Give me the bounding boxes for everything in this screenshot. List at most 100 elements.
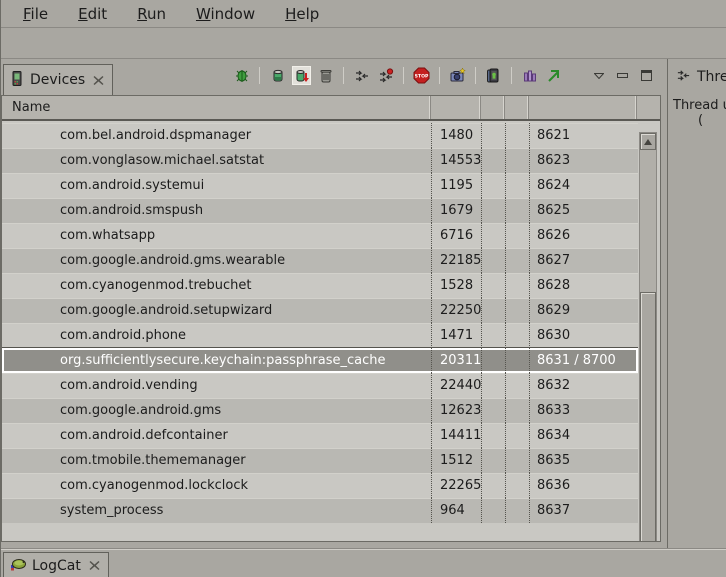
tab-devices[interactable]: Devices (3, 64, 113, 95)
tab-logcat-label: LogCat (32, 558, 81, 574)
cell-name: com.whatsapp (2, 223, 431, 248)
cell-name: org.sufficientlysecure.keychain:passphra… (2, 348, 431, 373)
cell-port: 8631 / 8700 (529, 348, 637, 373)
cell-empty1 (481, 473, 505, 498)
device-table: Name com.bel.android.dspmanager 1480 862… (1, 95, 661, 542)
cell-port: 8625 (529, 198, 637, 223)
cell-empty1 (481, 148, 505, 173)
table-row[interactable]: com.android.vending 22440 8632 (2, 373, 638, 398)
maximize-icon[interactable] (638, 67, 655, 84)
tab-threads[interactable]: Threads (668, 59, 726, 95)
table-row[interactable]: org.sufficientlysecure.keychain:passphra… (2, 348, 638, 373)
view-menu-icon[interactable] (590, 67, 607, 84)
cell-empty1 (481, 423, 505, 448)
cell-pid: 22265 (431, 473, 481, 498)
table-row[interactable]: com.whatsapp 6716 8626 (2, 223, 638, 248)
tab-threads-label: Threads (697, 69, 726, 85)
cell-empty2 (505, 398, 529, 423)
method-profiling-icon[interactable] (377, 67, 394, 84)
cell-pid: 1471 (431, 323, 481, 348)
table-row[interactable]: com.bel.android.dspmanager 1480 8621 (2, 123, 638, 148)
cell-empty2 (505, 273, 529, 298)
stop-label: STOP (415, 73, 429, 79)
cell-port: 8627 (529, 248, 637, 273)
cell-name: com.vonglasow.michael.satstat (2, 148, 431, 173)
cell-port: 8634 (529, 423, 637, 448)
column-header-pid[interactable] (431, 96, 481, 119)
table-row[interactable]: system_process 964 8637 (2, 498, 638, 523)
device-table-header: Name (2, 96, 660, 121)
cell-empty1 (481, 198, 505, 223)
column-header-empty1[interactable] (481, 96, 505, 119)
menu-item-edit[interactable]: Edit (64, 2, 121, 26)
column-header-name[interactable]: Name (2, 96, 431, 119)
debug-bug-icon[interactable] (233, 67, 250, 84)
logcat-icon (10, 557, 26, 575)
table-row[interactable]: com.android.defcontainer 14411 8634 (2, 423, 638, 448)
tab-devices-label: Devices (30, 72, 85, 88)
cell-port: 8621 (529, 123, 637, 148)
cell-pid: 1528 (431, 273, 481, 298)
table-row[interactable]: com.tmobile.thememanager 1512 8635 (2, 448, 638, 473)
devices-view: Devices (1, 59, 663, 548)
menu-item-run[interactable]: Run (123, 2, 180, 26)
table-row[interactable]: com.google.android.gms.wearable 22185 86… (2, 248, 638, 273)
threads-message-line1: Thread up (668, 95, 726, 113)
device-view-icon[interactable] (485, 67, 502, 84)
table-row[interactable]: com.vonglasow.michael.satstat 14553 8623 (2, 148, 638, 173)
cell-empty2 (505, 198, 529, 223)
cell-empty2 (505, 298, 529, 323)
cell-empty1 (481, 448, 505, 473)
table-row[interactable]: com.android.systemui 1195 8624 (2, 173, 638, 198)
menu-item-window[interactable]: Window (182, 2, 269, 26)
column-header-empty2[interactable] (505, 96, 529, 119)
scroll-up-button[interactable] (640, 133, 656, 150)
cell-empty1 (481, 173, 505, 198)
cell-pid: 1512 (431, 448, 481, 473)
menu-item-file[interactable]: File (9, 2, 62, 26)
cell-pid: 22440 (431, 373, 481, 398)
cell-empty2 (505, 348, 529, 373)
gc-trash-icon[interactable] (317, 67, 334, 84)
cell-pid: 20311 (431, 348, 481, 373)
vertical-scrollbar[interactable] (639, 132, 657, 542)
column-header-port[interactable] (529, 96, 637, 119)
table-row[interactable]: com.cyanogenmod.trebuchet 1528 8628 (2, 273, 638, 298)
cell-pid: 6716 (431, 223, 481, 248)
screen-capture-icon[interactable] (449, 67, 466, 84)
gc-arrow-icon[interactable] (545, 67, 562, 84)
cell-port: 8635 (529, 448, 637, 473)
vertical-scrollbar-thumb[interactable] (640, 292, 656, 542)
update-threads-icon[interactable] (353, 67, 370, 84)
cell-name: com.cyanogenmod.trebuchet (2, 273, 431, 298)
toolbar-separator (259, 67, 260, 84)
cell-pid: 14411 (431, 423, 481, 448)
minimize-icon[interactable] (614, 67, 631, 84)
table-row[interactable]: com.google.android.setupwizard 22250 862… (2, 298, 638, 323)
cell-empty2 (505, 423, 529, 448)
dump-hprof-icon[interactable] (293, 67, 310, 84)
tab-logcat[interactable]: LogCat (3, 552, 109, 577)
heap-bars-icon[interactable] (521, 67, 538, 84)
threads-view: Threads Thread up ( (667, 59, 726, 548)
table-row[interactable]: com.cyanogenmod.lockclock 22265 8636 (2, 473, 638, 498)
close-icon[interactable] (89, 560, 100, 571)
cell-empty1 (481, 398, 505, 423)
cell-empty2 (505, 498, 529, 523)
phone-icon (10, 71, 24, 90)
arrow-up-icon (644, 139, 652, 145)
eclipse-window: File Edit Run Window Help Devices (0, 0, 726, 577)
close-icon[interactable] (93, 75, 104, 86)
cell-pid: 964 (431, 498, 481, 523)
table-row[interactable]: com.android.phone 1471 8630 (2, 323, 638, 348)
cell-name: system_process (2, 498, 431, 523)
update-heap-icon[interactable] (269, 67, 286, 84)
menu-item-help[interactable]: Help (271, 2, 333, 26)
cell-empty1 (481, 223, 505, 248)
cell-pid: 1679 (431, 198, 481, 223)
stop-process-icon[interactable]: STOP (413, 67, 430, 84)
cell-pid: 22185 (431, 248, 481, 273)
cell-empty1 (481, 348, 505, 373)
table-row[interactable]: com.google.android.gms 12623 8633 (2, 398, 638, 423)
table-row[interactable]: com.android.smspush 1679 8625 (2, 198, 638, 223)
